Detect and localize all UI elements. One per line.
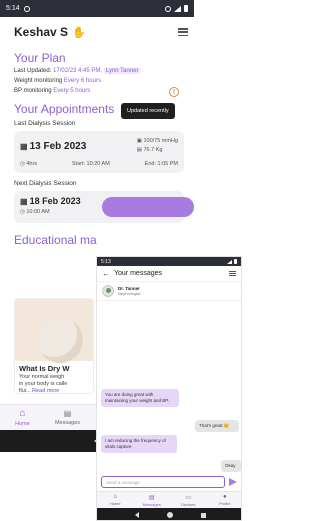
- waving-hand-icon: ✋: [72, 26, 86, 39]
- profile-icon: ●: [222, 494, 227, 500]
- updated-by-name: Lynn Tanner: [103, 68, 141, 74]
- calendar-icon: ▦: [20, 141, 28, 151]
- nav-home[interactable]: ⌂ Home: [97, 492, 134, 508]
- back-arrow-icon[interactable]: ←: [102, 269, 110, 278]
- messages-icon: ▤: [148, 494, 155, 501]
- article-title: What Is Dry W: [19, 364, 70, 373]
- signal-icon: [227, 259, 232, 264]
- back-icon[interactable]: [134, 512, 139, 518]
- home-button-icon[interactable]: [166, 512, 173, 518]
- menu-icon[interactable]: [229, 271, 236, 276]
- nav-messages[interactable]: ▤ Messages: [134, 492, 171, 508]
- nav-devices[interactable]: ▭ Devices: [170, 492, 207, 508]
- message-bubble-incoming: You are doing great with maintaining you…: [101, 389, 179, 407]
- last-session-label: Last Dialysis Session: [14, 120, 76, 127]
- home-icon: ⌂: [19, 408, 26, 419]
- battery-icon: [184, 5, 188, 12]
- session-action-button[interactable]: [102, 197, 194, 217]
- home-icon: ⌂: [113, 494, 118, 500]
- weight-monitoring-row: Weight monitoring Every 6 hours: [14, 78, 101, 84]
- last-session-end: End: 1:05 PM: [144, 161, 178, 167]
- calendar-icon: ▦: [20, 196, 28, 206]
- plan-last-updated: Last Updated: 17/02/23 4:45 PM, Lynn Tan…: [14, 68, 141, 74]
- menu-icon[interactable]: [178, 28, 188, 36]
- nav-profile[interactable]: ● Profile: [207, 492, 242, 508]
- dashboard-header: Keshav S ✋: [0, 17, 194, 47]
- nav-home[interactable]: ⌂ Home: [0, 405, 45, 430]
- next-session-date: 18 Feb 2023: [29, 196, 81, 206]
- next-session-card[interactable]: ▦ 18 Feb 2023 ◷ 10:00 AM: [14, 191, 194, 223]
- messages-icon: ▤: [63, 409, 72, 418]
- last-session-start: Start: 10:20 AM: [71, 161, 110, 167]
- status-bar: 5:14: [0, 0, 194, 17]
- message-input[interactable]: Send a message: [101, 476, 225, 488]
- article-snippet: Your normal weigh in your body is calle …: [19, 374, 68, 394]
- doctor-role: Nephrologist: [118, 291, 141, 296]
- article-image: [15, 299, 93, 363]
- bp-monitoring-row: BP monitoring Every 5 hours: [14, 88, 91, 94]
- messages-header: ← Your messages: [97, 266, 241, 282]
- devices-icon: ▭: [185, 494, 192, 501]
- info-alert-icon[interactable]: !: [169, 87, 179, 97]
- screenshot-stage: 5:14 Keshav S ✋ Your Plan Last Updated: …: [0, 0, 242, 521]
- user-name: Keshav S: [14, 25, 69, 39]
- alarm-icon: [165, 5, 171, 12]
- battery-icon: [234, 259, 237, 264]
- doctor-avatar: [102, 285, 114, 297]
- send-icon[interactable]: [229, 478, 237, 486]
- last-session-bp: 100/75 mmHg: [143, 138, 178, 144]
- last-session-weight: 76.7 Kg: [143, 147, 163, 153]
- nav-messages[interactable]: ▤ Messages: [45, 405, 90, 430]
- message-bubble-incoming: I am reducing the frequency of vitals ca…: [101, 435, 177, 453]
- bottom-nav: ⌂ Home ▤ Messages ▭ Devices ● Profile: [97, 491, 242, 508]
- last-session-date: 13 Feb 2023: [29, 140, 87, 152]
- status-time: 5:13: [101, 258, 111, 265]
- recents-icon[interactable]: [200, 512, 206, 518]
- education-article-card[interactable]: What Is Dry W Your normal weigh in your …: [14, 298, 94, 394]
- read-more-link[interactable]: Read more: [32, 388, 59, 393]
- next-session-label: Next Dialysis Session: [14, 180, 77, 187]
- page-title: Your messages: [114, 270, 162, 277]
- updated-tooltip: Updated recently: [121, 103, 175, 119]
- last-session-card[interactable]: ▦ 13 Feb 2023 ▣ 100/75 mmHg ▤ 76.7 Kg ◷ …: [14, 131, 184, 173]
- status-time: 5:14: [6, 5, 20, 12]
- message-bubble-outgoing: That's great 😊: [195, 420, 239, 432]
- signal-icon: [174, 5, 181, 12]
- messages-screen: 5:13 ← Your messages Dr. Tanner Nephrolo…: [96, 256, 242, 521]
- status-bar: 5:13: [97, 257, 241, 266]
- plan-section-title: Your Plan: [14, 51, 66, 65]
- next-session-time: 10:00 AM: [26, 209, 50, 215]
- system-nav-bar: [97, 508, 241, 520]
- doctor-header[interactable]: Dr. Tanner Nephrologist: [97, 282, 241, 301]
- education-section-title: Educational ma: [14, 233, 97, 247]
- notification-icon: [23, 5, 30, 12]
- message-bubble-outgoing: Okay: [221, 460, 241, 472]
- last-session-duration: 4hrs: [26, 161, 38, 167]
